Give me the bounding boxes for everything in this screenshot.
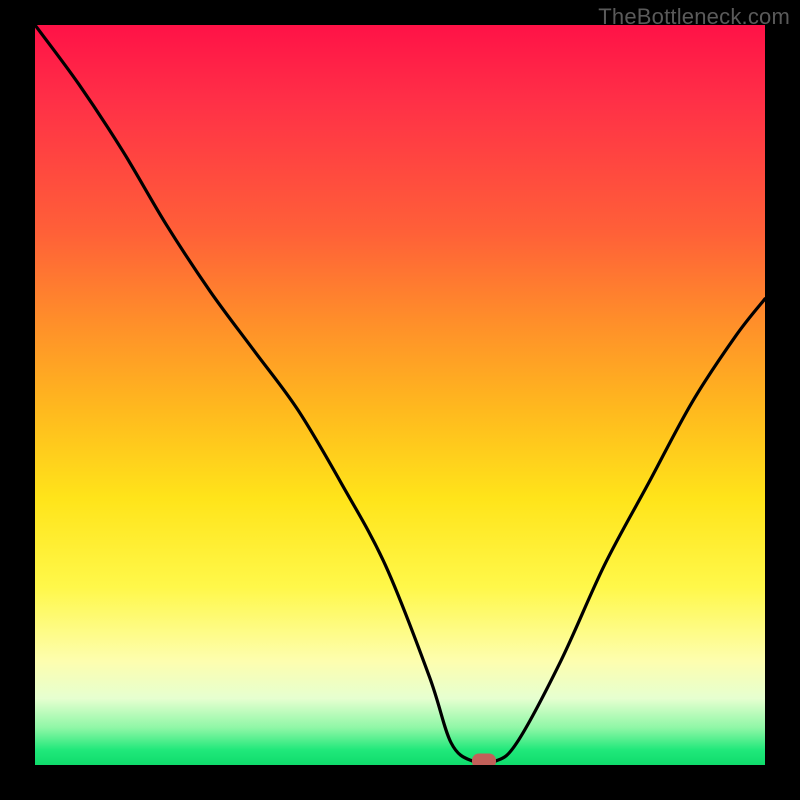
plot-area: [35, 25, 765, 765]
bottleneck-curve: [35, 25, 765, 765]
chart-frame: TheBottleneck.com: [0, 0, 800, 800]
watermark-text: TheBottleneck.com: [598, 4, 790, 30]
optimal-point-marker: [472, 754, 496, 765]
